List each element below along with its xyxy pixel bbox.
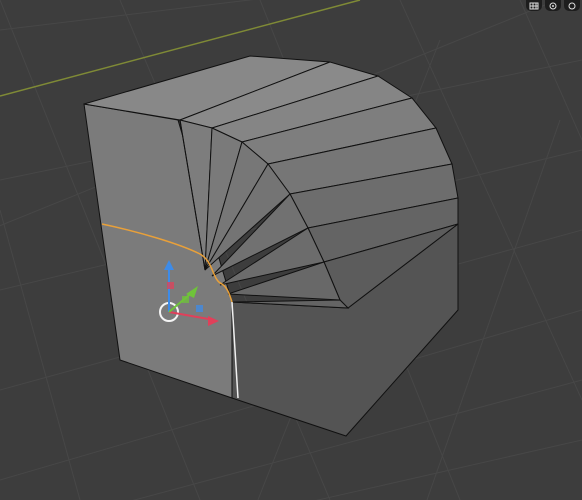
3d-viewport[interactable]: [0, 0, 582, 500]
viewport-header-tools: [526, 0, 582, 12]
shading-grid-icon[interactable]: [526, 0, 542, 11]
viewport-canvas[interactable]: [0, 0, 582, 500]
overlay-icon[interactable]: [545, 0, 561, 11]
viewport-shading-icon[interactable]: [564, 0, 580, 11]
